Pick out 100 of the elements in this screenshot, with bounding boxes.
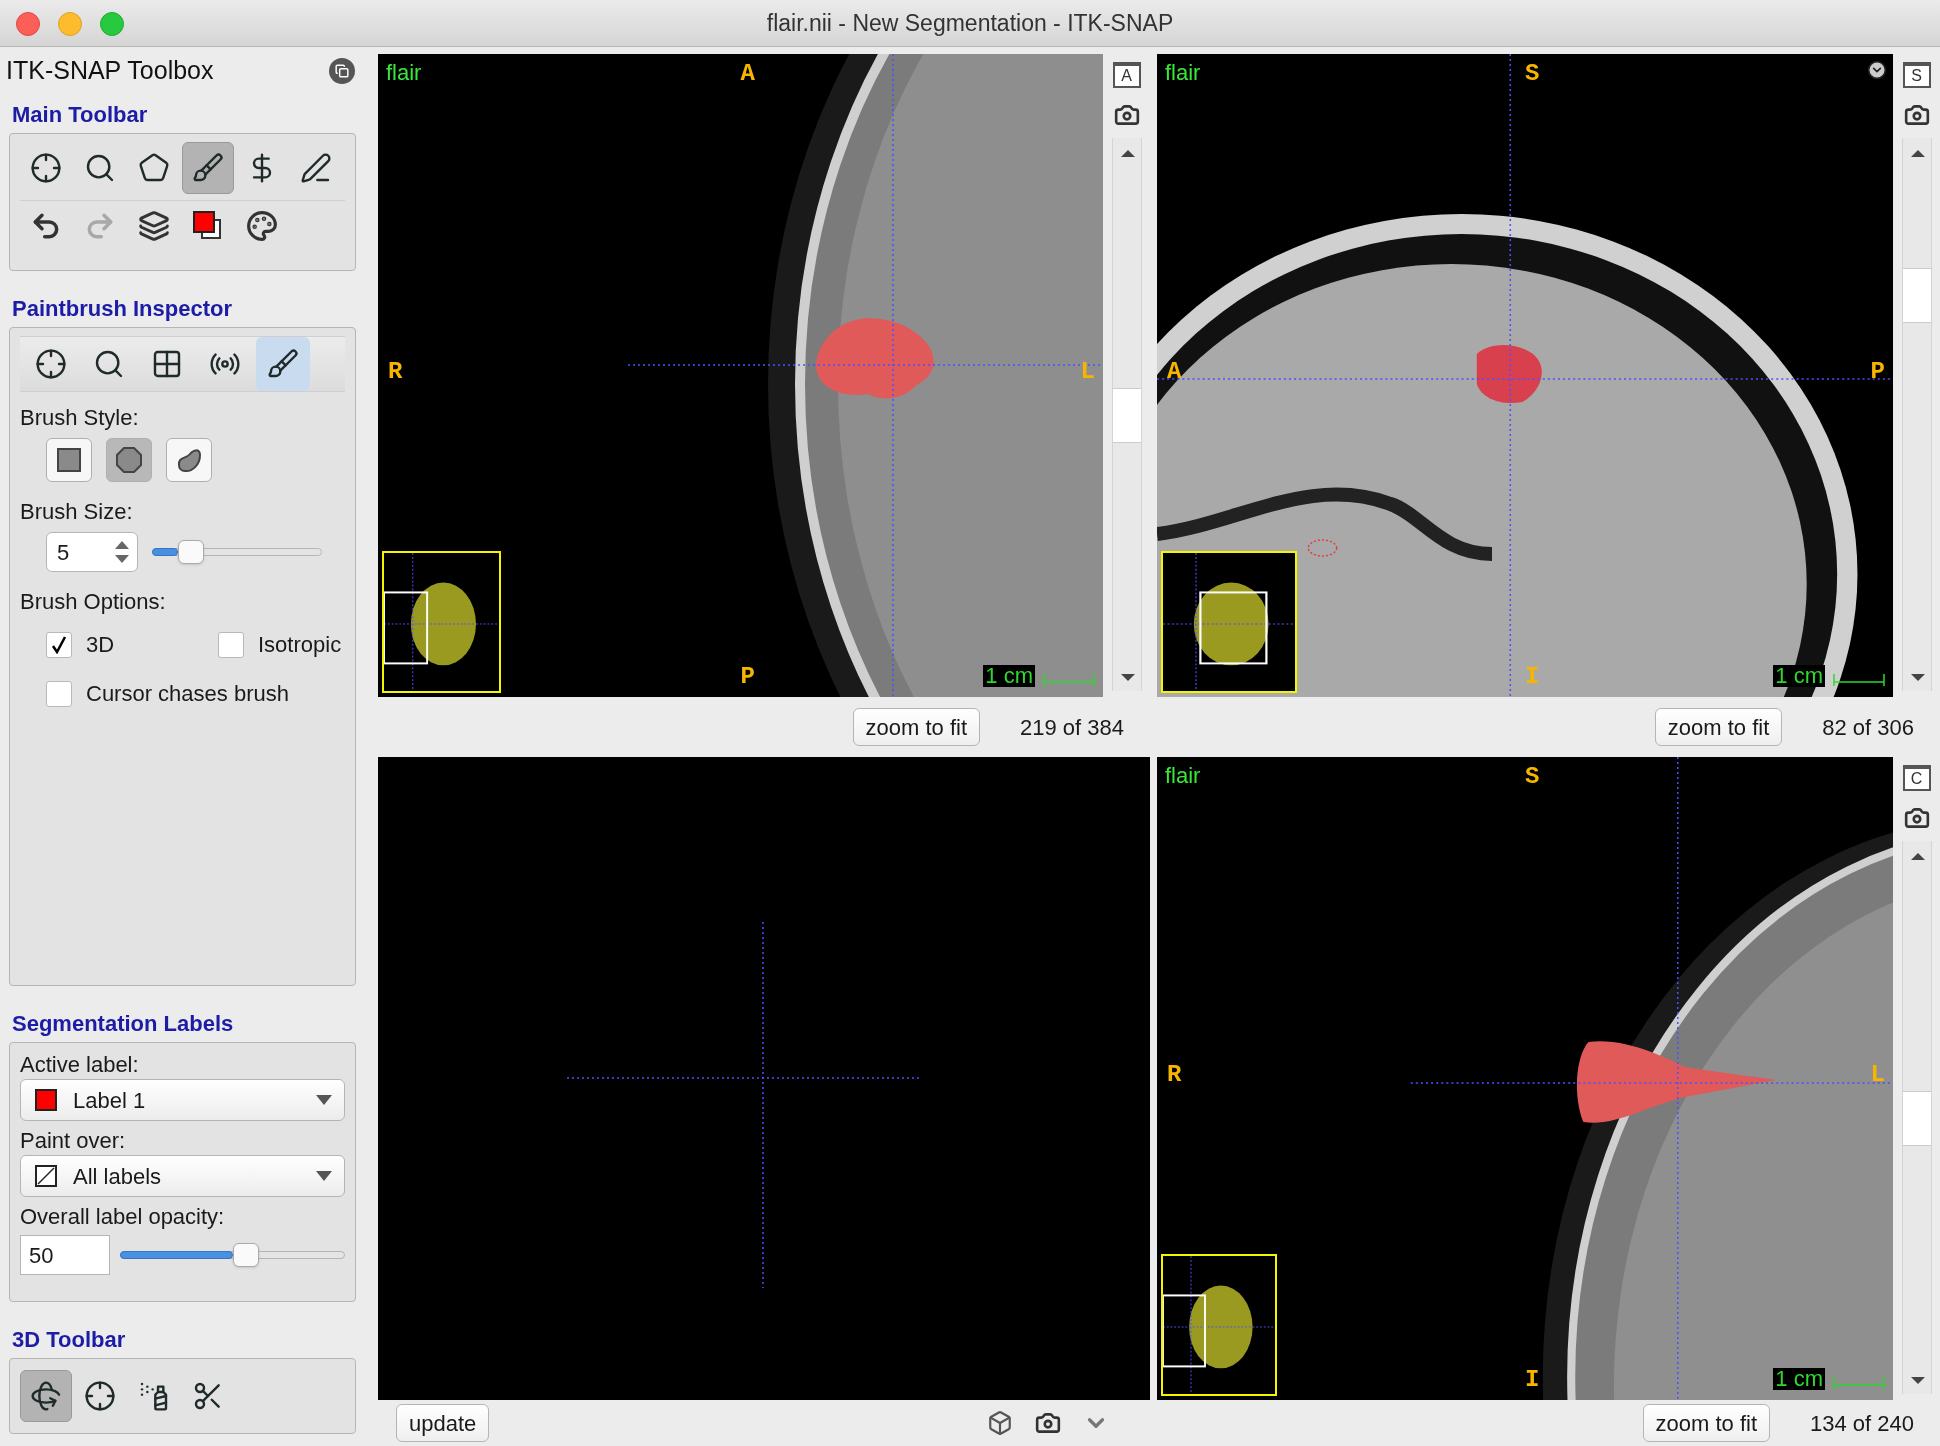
slice-view[interactable]: flair A P R L 1 cm: [378, 54, 1103, 697]
view-layout-button[interactable]: C: [1902, 765, 1931, 791]
checkbox-label: Cursor chases brush: [86, 680, 289, 708]
checkbox[interactable]: [46, 680, 72, 707]
tool-button[interactable]: [20, 1370, 72, 1422]
orientation-label: P: [1870, 360, 1885, 384]
opacity-field[interactable]: 50: [20, 1235, 110, 1275]
orientation-label: I: [1525, 1368, 1540, 1392]
slider-thumb[interactable]: [177, 540, 204, 564]
camera-icon[interactable]: [1035, 1410, 1062, 1436]
round-brush-icon: [116, 447, 142, 473]
slice-counter: 219 of 384: [1020, 713, 1124, 742]
3d-box-icon[interactable]: [987, 1410, 1014, 1436]
crosshair-icon: [35, 348, 67, 380]
panel-title: ITK-SNAP Toolbox: [6, 55, 214, 87]
layer-name: flair: [1165, 762, 1201, 790]
camera-icon[interactable]: [1113, 102, 1140, 128]
zoom-to-fit-button[interactable]: zoom to fit: [852, 708, 980, 746]
layers-icon: [138, 210, 170, 242]
scrollbar[interactable]: [1901, 138, 1932, 691]
opacity-slider[interactable]: [120, 1240, 345, 1270]
slice-view[interactable]: flair S I A P 1 cm: [1157, 54, 1893, 697]
rotate-icon: [30, 1380, 62, 1412]
blob-brush-icon: [176, 447, 202, 473]
field-label: Active label:: [19, 1051, 140, 1079]
camera-icon[interactable]: [1903, 805, 1930, 831]
spray-can-icon: [138, 1380, 170, 1412]
field-label: Brush Size:: [20, 498, 134, 526]
brush-style-button[interactable]: [46, 438, 92, 482]
checkbox-label: 3D: [86, 631, 115, 659]
orientation-label: A: [740, 62, 755, 86]
orientation-label: L: [1080, 360, 1095, 384]
tool-button[interactable]: [256, 337, 310, 391]
brush-size-slider[interactable]: [152, 537, 322, 567]
checkbox-label: Isotropic: [258, 631, 342, 659]
crosshair-icon: [30, 152, 62, 184]
section-heading: Segmentation Labels: [11, 1010, 235, 1038]
section-heading: Main Toolbar: [11, 101, 149, 129]
scrollbar-thumb[interactable]: [1112, 388, 1141, 443]
slice-view[interactable]: flair S I R L 1 cm: [1157, 757, 1893, 1400]
chevron-icon[interactable]: [1867, 60, 1887, 80]
update-button[interactable]: update: [396, 1404, 490, 1442]
camera-icon[interactable]: [1903, 102, 1930, 128]
window-title: flair.nii - New Segmentation - ITK-SNAP: [766, 8, 1174, 38]
paintbrush-icon: [192, 152, 224, 184]
scale-label: 1 cm: [983, 665, 1035, 687]
brush-style-button[interactable]: [106, 438, 152, 482]
number-spinbox[interactable]: 5: [46, 532, 138, 572]
orientation-label: R: [388, 360, 403, 384]
checkbox[interactable]: [218, 631, 244, 658]
crosshair-icon: [84, 1380, 116, 1412]
magnifier-icon: [84, 152, 116, 184]
label-dropdown[interactable]: Label 1: [20, 1079, 345, 1121]
scrollbar-thumb[interactable]: [1902, 268, 1931, 323]
palette-icon: [246, 210, 278, 242]
orientation-label: S: [1525, 765, 1540, 789]
orientation-label: P: [740, 665, 755, 689]
scrollbar[interactable]: [1111, 138, 1142, 691]
magnifier-icon: [93, 348, 125, 380]
label-color-icon: [193, 211, 223, 241]
scrollbar-thumb[interactable]: [1902, 1091, 1931, 1146]
section-heading: Paintbrush Inspector: [11, 295, 234, 323]
checkmark-icon: [51, 635, 67, 654]
square-brush-icon: [57, 448, 81, 472]
layer-name: flair: [1165, 59, 1201, 87]
slider-thumb[interactable]: [232, 1243, 259, 1267]
paint-over-dropdown[interactable]: All labels: [20, 1155, 345, 1197]
dropdown-arrow-icon: [316, 1095, 332, 1105]
undock-icon: [335, 64, 349, 78]
slice-counter: 82 of 306: [1822, 713, 1914, 742]
paintbrush-icon: [267, 348, 299, 380]
undock-button[interactable]: [329, 58, 355, 84]
scrollbar[interactable]: [1901, 841, 1932, 1394]
annotation-icon: [300, 152, 332, 184]
orientation-label: L: [1870, 1063, 1885, 1087]
slice-counter: 134 of 240: [1810, 1409, 1914, 1438]
brush-style-button[interactable]: [166, 438, 212, 482]
field-label: Brush Style:: [20, 404, 140, 432]
orientation-label: A: [1167, 360, 1182, 384]
grid-icon: [151, 348, 183, 380]
zoom-to-fit-button[interactable]: zoom to fit: [1654, 708, 1783, 746]
scale-label: 1 cm: [1773, 665, 1825, 687]
close-button[interactable]: [16, 12, 40, 36]
scale-bar-icon: [1833, 673, 1885, 687]
orientation-label: R: [1167, 1063, 1182, 1087]
field-label: Brush Options:: [20, 588, 167, 616]
checkbox[interactable]: [46, 631, 72, 658]
field-label: Overall label opacity:: [19, 1203, 226, 1231]
scale-bar-icon: [1833, 1376, 1885, 1390]
view-layout-button[interactable]: A: [1112, 62, 1141, 88]
thumbnail-navigator[interactable]: [1161, 1254, 1277, 1396]
thumbnail-navigator[interactable]: [382, 551, 501, 693]
tool-button[interactable]: [182, 142, 234, 194]
thumbnail-navigator[interactable]: [1161, 551, 1297, 693]
zoom-to-fit-button[interactable]: zoom to fit: [1642, 1404, 1770, 1442]
field-label: Paint over:: [19, 1127, 127, 1155]
orientation-label: S: [1525, 62, 1540, 86]
view-layout-button[interactable]: S: [1902, 62, 1931, 88]
polygon-icon: [138, 152, 170, 184]
scale-label: 1 cm: [1773, 1368, 1825, 1390]
